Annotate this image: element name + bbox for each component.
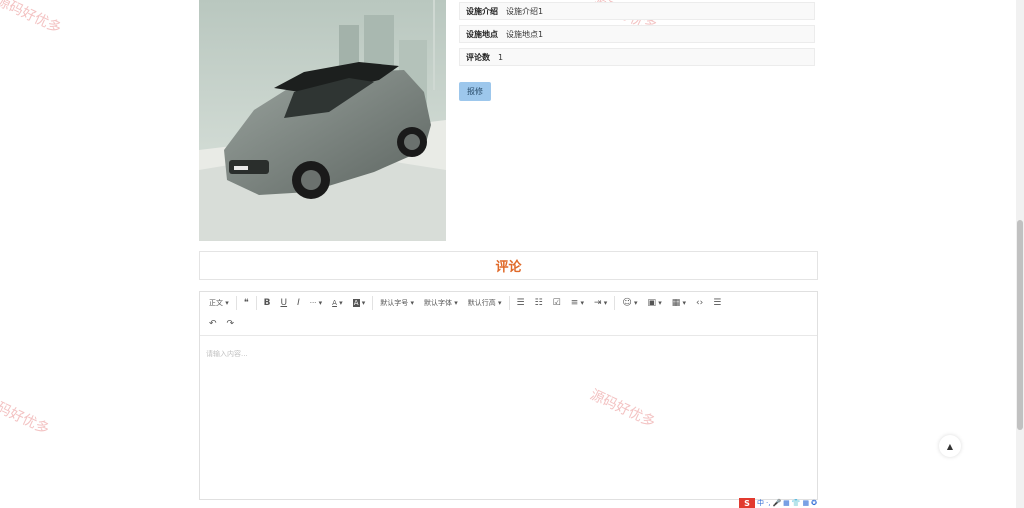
info-row-intro: 设施介绍 设施介绍1 <box>459 2 815 20</box>
comment-title: 评论 <box>495 260 522 275</box>
toolbar-divider <box>235 296 237 310</box>
watermark: 源码好优多 <box>0 0 64 37</box>
ime-extra-icon[interactable]: ✪ <box>811 499 817 507</box>
ime-language-toggle[interactable]: 中 <box>757 498 764 508</box>
facility-image <box>199 0 446 241</box>
table-dropdown[interactable]: ▦ ▾ <box>667 294 691 312</box>
editor-placeholder: 请输入内容... <box>206 350 248 358</box>
info-value: 设施介绍1 <box>506 6 544 16</box>
repair-button[interactable]: 报修 <box>459 82 491 101</box>
code-icon[interactable]: ‹› <box>691 294 708 312</box>
undo-icon[interactable]: ↶ <box>204 315 222 333</box>
editor-toolbar: 正文 ▾ ❝ B U I ··· ▾ A ▾ A ▾ 默认字号 ▾ 默认字体 ▾… <box>200 292 817 336</box>
info-label: 设施地点 <box>466 29 498 39</box>
toolbar-divider <box>614 296 616 310</box>
paragraph-style-dropdown[interactable]: 正文 ▾ <box>204 294 234 312</box>
underline-icon[interactable]: U <box>275 294 292 312</box>
redo-icon[interactable]: ↷ <box>222 315 240 333</box>
back-to-top-button[interactable]: ▲ <box>939 435 961 457</box>
emoji-dropdown[interactable]: ☺ ▾ <box>617 294 642 312</box>
font-size-dropdown[interactable]: 默认字号 ▾ <box>375 294 419 312</box>
indent-dropdown[interactable]: ⇥ ▾ <box>589 294 612 312</box>
align-dropdown[interactable]: ≡ ▾ <box>566 294 589 312</box>
bold-icon[interactable]: B <box>259 294 276 312</box>
ime-skin-icon[interactable]: 👕 <box>792 499 801 507</box>
divider-icon[interactable]: ☰ <box>708 294 726 312</box>
info-value: 设施地点1 <box>506 29 544 39</box>
comment-editor: 正文 ▾ ❝ B U I ··· ▾ A ▾ A ▾ 默认字号 ▾ 默认字体 ▾… <box>199 291 818 500</box>
ime-voice-icon[interactable]: 🎤 <box>772 499 781 507</box>
ime-punctuation-icon[interactable]: ·, <box>766 499 770 507</box>
italic-icon[interactable]: I <box>292 294 305 312</box>
more-styles-dropdown[interactable]: ··· ▾ <box>305 294 327 312</box>
info-label: 设施介绍 <box>466 6 498 16</box>
info-value: 1 <box>498 52 504 62</box>
background-color-dropdown[interactable]: A ▾ <box>348 294 371 312</box>
ime-toolbox-icon[interactable]: ▦ <box>803 499 810 507</box>
arrow-up-icon: ▲ <box>946 441 954 451</box>
ime-keyboard-icon[interactable]: ▦ <box>783 499 790 507</box>
toolbar-divider <box>255 296 257 310</box>
page-scrollbar[interactable] <box>1016 0 1024 508</box>
numbered-list-icon[interactable]: ☷ <box>530 294 548 312</box>
info-row-location: 设施地点 设施地点1 <box>459 25 815 43</box>
quote-icon[interactable]: ❝ <box>239 294 254 312</box>
font-family-dropdown[interactable]: 默认字体 ▾ <box>419 294 463 312</box>
toolbar-divider <box>372 296 374 310</box>
bullet-list-icon[interactable]: ☰ <box>512 294 530 312</box>
scrollbar-thumb[interactable] <box>1017 220 1023 430</box>
toolbar-divider <box>508 296 510 310</box>
comment-section-header: 评论 <box>199 251 818 280</box>
image-dropdown[interactable]: ▣ ▾ <box>642 294 666 312</box>
line-height-dropdown[interactable]: 默认行高 ▾ <box>463 294 507 312</box>
todo-icon[interactable]: ☑ <box>548 294 566 312</box>
ime-toolbar: S 中 ·, 🎤 ▦ 👕 ▦ ✪ <box>739 498 817 508</box>
font-color-dropdown[interactable]: A ▾ <box>327 294 348 312</box>
watermark: 源码好优多 <box>0 393 52 438</box>
info-row-comment-count: 评论数 1 <box>459 48 815 66</box>
info-label: 评论数 <box>466 52 490 62</box>
ime-logo-icon[interactable]: S <box>739 498 755 508</box>
editor-content-area[interactable]: 请输入内容... <box>200 336 817 496</box>
car-image <box>199 0 446 241</box>
